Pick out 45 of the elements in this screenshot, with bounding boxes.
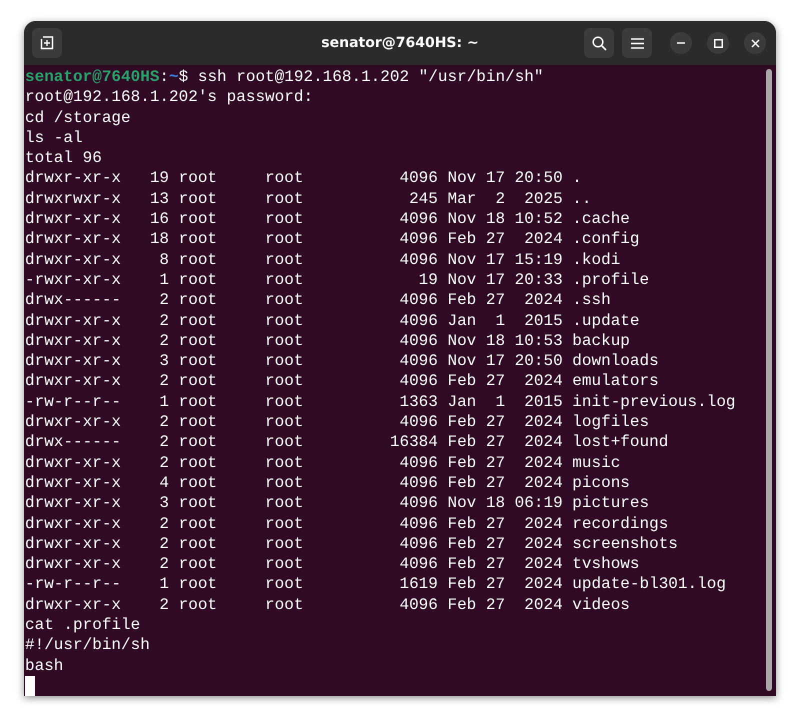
close-icon — [750, 38, 760, 48]
maximize-button[interactable] — [707, 32, 729, 54]
output-line: -rw-r--r-- 1 root root 1363 Jan 1 2015 init-previous.log — [25, 392, 737, 412]
close-button[interactable] — [744, 32, 766, 54]
output-line: drwxr-xr-x 19 root root 4096 Nov 17 20:50 . — [25, 168, 583, 189]
output-line: drwx------ 2 root root 4096 Feb 27 2024 .ssh — [25, 290, 612, 311]
menu-icon — [630, 38, 644, 48]
output-line: cat .profile — [25, 615, 142, 636]
output-line: -rw-r--r-- 1 root root 1619 Feb 27 2024 update-bl301.log — [25, 574, 727, 595]
output-line: drwxr-xr-x 2 root root 4096 Nov 18 10:53 backup — [25, 330, 631, 352]
output-line: drwxr-xr-x 16 root root 4096 Nov 18 10:52 .cache — [25, 209, 631, 230]
search-icon — [592, 36, 606, 50]
output-line: total 96 — [25, 148, 103, 168]
output-line: ls -al — [25, 128, 84, 148]
output-line: drwxr-xr-x 3 root root 4096 Nov 18 06:19 pictures — [25, 493, 650, 514]
search-button[interactable] — [584, 28, 614, 58]
output-line: drwxr-xr-x 8 root root 4096 Nov 17 15:19 .kodi — [25, 250, 622, 270]
output-line: drwx------ 2 root root 16384 Feb 27 2024 lost+found — [25, 432, 670, 453]
new-tab-button[interactable] — [32, 28, 62, 58]
scrollbar[interactable] — [766, 69, 772, 691]
minimize-icon — [677, 42, 685, 44]
minimize-button[interactable] — [670, 32, 692, 54]
output-line: drwxr-xr-x 2 root root 4096 Feb 27 2024 screenshots — [25, 534, 679, 554]
output-line: drwxr-xr-x 2 root root 4096 Feb 27 2024 tvshows — [25, 554, 640, 574]
output-line: drwxr-xr-x 2 root root 4096 Feb 27 2024 logfiles — [25, 412, 650, 432]
cursor-icon — [25, 676, 35, 696]
output-line: drwxr-xr-x 4 root root 4096 Feb 27 2024 picons — [25, 472, 631, 494]
maximize-icon — [714, 38, 722, 48]
output-line: root@192.168.1.202's password: — [25, 87, 314, 108]
output-line: drwxr-xr-x 2 root root 4096 Feb 27 2024 emulators — [25, 371, 660, 392]
output-line: drwxrwxr-x 13 root root 245 Mar 2 2025 .. — [25, 188, 592, 210]
output-line: drwxr-xr-x 2 root root 4096 Jan 1 2015 .update — [25, 310, 640, 331]
output-line: drwxr-xr-x 2 root root 4096 Feb 27 2024 recordings — [25, 514, 670, 534]
output-line: bash — [25, 656, 64, 676]
output-line: drwxr-xr-x 3 root root 4096 Nov 17 20:50 downloads — [25, 351, 660, 372]
new-tab-icon — [40, 36, 54, 50]
output-line: #!/usr/bin/sh — [25, 635, 151, 656]
output-line: drwxr-xr-x 2 root root 4096 Feb 27 2024 videos — [25, 594, 631, 616]
output-line: -rwxr-xr-x 1 root root 19 Nov 17 20:33 .profile — [25, 270, 650, 290]
prompt-line: senator@7640HS:~$ ssh root@192.168.1.202 "/usr/bin/sh" — [25, 67, 544, 88]
menu-button[interactable] — [622, 28, 652, 58]
output-line: drwxr-xr-x 2 root root 4096 Feb 27 2024 music — [25, 452, 622, 473]
output-line: cd /storage — [25, 108, 132, 128]
output-line: drwxr-xr-x 18 root root 4096 Feb 27 2024 .config — [25, 229, 640, 250]
window-title: senator@7640HS: ~ — [321, 34, 479, 53]
